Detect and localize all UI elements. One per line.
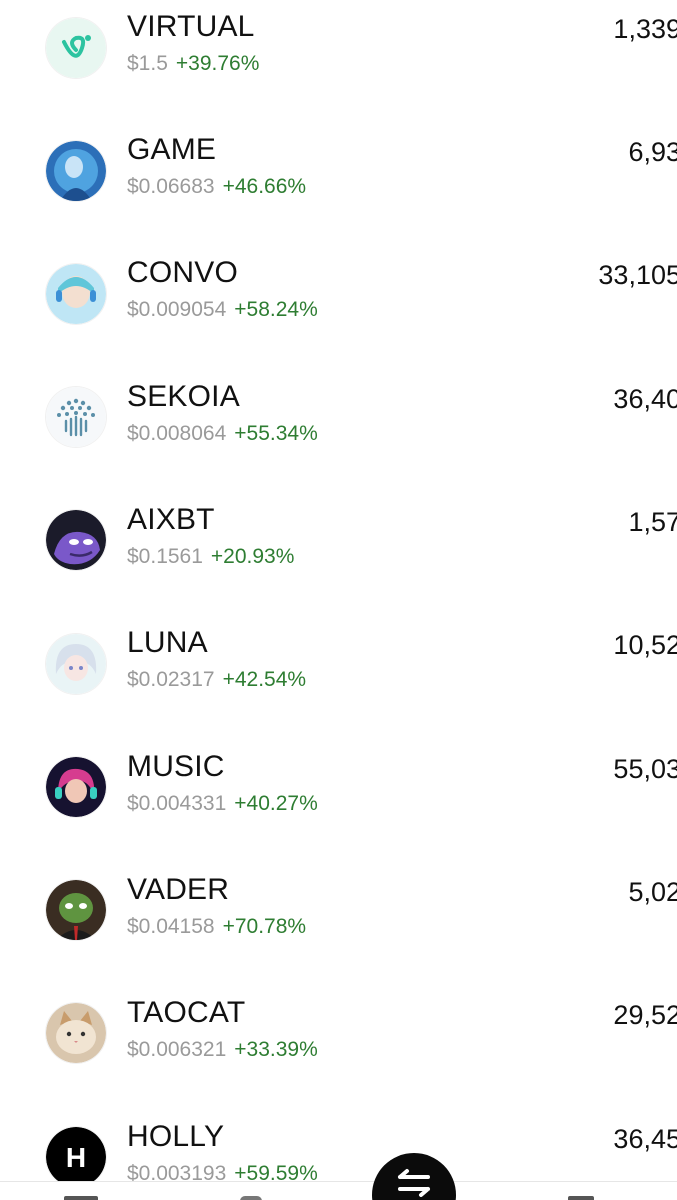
token-price-line: $0.008064 +55.34% xyxy=(127,422,318,446)
holly-icon-letter: H xyxy=(66,1142,86,1173)
token-symbol: AIXBT xyxy=(127,503,215,536)
nav-tab-icon[interactable] xyxy=(64,1196,98,1200)
token-change: +58.24% xyxy=(234,298,318,321)
token-amount: 10,52 xyxy=(613,630,677,660)
wallet-token-list-screen: VIRTUAL $1.5 +39.76% 1,339 GAME $0.06683 +… xyxy=(0,0,677,1200)
holly-letter-logo-icon: H xyxy=(46,1127,106,1187)
token-row-music[interactable]: MUSIC $0.004331 +40.27% 55,03 xyxy=(0,733,677,843)
token-amount: 6,93 xyxy=(628,137,677,167)
token-price-line: $0.06683 +46.66% xyxy=(127,175,306,199)
token-row-vader[interactable]: VADER $0.04158 +70.78% 5,02 xyxy=(0,856,677,966)
token-row-virtual[interactable]: VIRTUAL $1.5 +39.76% 1,339 xyxy=(0,0,677,103)
token-row-sekoia[interactable]: SEKOIA $0.008064 +55.34% 36,40 xyxy=(0,363,677,473)
bottom-navigation-bar xyxy=(0,1181,677,1200)
token-amount: 33,105 xyxy=(598,260,677,290)
token-price-line: $1.5 +39.76% xyxy=(127,52,259,76)
token-price-line: $0.04158 +70.78% xyxy=(127,915,306,939)
token-symbol: TAOCAT xyxy=(127,996,246,1029)
token-change: +20.93% xyxy=(210,545,295,568)
token-price: $0.04158 xyxy=(127,915,215,938)
token-price-line: $0.004331 +40.27% xyxy=(127,792,318,816)
token-price: $0.009054 xyxy=(127,298,227,321)
token-change: +40.27% xyxy=(234,792,318,815)
token-amount: 36,40 xyxy=(613,384,677,414)
game-avatar-icon xyxy=(46,141,106,201)
token-amount: 29,52 xyxy=(613,1000,677,1030)
token-change: +46.66% xyxy=(222,175,307,198)
token-price-line: $0.1561 +20.93% xyxy=(127,545,294,569)
token-change: +70.78% xyxy=(222,915,307,938)
convo-avatar-icon xyxy=(46,264,106,324)
token-price: $0.1561 xyxy=(127,545,203,568)
token-change: +42.54% xyxy=(222,668,307,691)
token-amount: 1,339 xyxy=(613,14,677,44)
token-change: +39.76% xyxy=(175,52,260,75)
token-symbol: MUSIC xyxy=(127,750,225,783)
aixbt-avatar-icon xyxy=(46,510,106,570)
token-amount: 55,03 xyxy=(613,754,677,784)
token-row-game[interactable]: GAME $0.06683 +46.66% 6,93 xyxy=(0,116,677,226)
token-price: $0.008064 xyxy=(127,422,227,445)
token-symbol: SEKOIA xyxy=(127,380,240,413)
token-price: $0.06683 xyxy=(127,175,215,198)
token-amount: 5,02 xyxy=(628,877,677,907)
token-symbol: HOLLY xyxy=(127,1120,225,1153)
token-change: +55.34% xyxy=(234,422,318,445)
virtual-logo-icon xyxy=(46,18,106,78)
swap-arrows-icon xyxy=(398,1169,430,1197)
token-price-line: $0.006321 +33.39% xyxy=(127,1038,318,1062)
token-price-line: $0.009054 +58.24% xyxy=(127,298,318,322)
token-symbol: LUNA xyxy=(127,626,208,659)
token-row-aixbt[interactable]: AIXBT $0.1561 +20.93% 1,57 xyxy=(0,486,677,596)
token-price: $1.5 xyxy=(127,52,168,75)
vader-avatar-icon xyxy=(46,880,106,940)
token-symbol: CONVO xyxy=(127,256,239,289)
token-row-luna[interactable]: LUNA $0.02317 +42.54% 10,52 xyxy=(0,609,677,719)
token-amount: 1,57 xyxy=(628,507,677,537)
taocat-avatar-icon xyxy=(46,1003,106,1063)
token-price: $0.004331 xyxy=(127,792,227,815)
token-row-taocat[interactable]: TAOCAT $0.006321 +33.39% 29,52 xyxy=(0,979,677,1089)
token-price: $0.006321 xyxy=(127,1038,227,1061)
sekoia-tree-logo-icon xyxy=(46,387,106,447)
nav-tab-icon[interactable] xyxy=(568,1196,594,1200)
token-symbol: GAME xyxy=(127,133,217,166)
token-price-line: $0.02317 +42.54% xyxy=(127,668,306,692)
token-amount: 36,45 xyxy=(613,1124,677,1154)
token-price: $0.02317 xyxy=(127,668,215,691)
token-change: +33.39% xyxy=(234,1038,318,1061)
luna-avatar-icon xyxy=(46,634,106,694)
token-row-convo[interactable]: CONVO $0.009054 +58.24% 33,105 xyxy=(0,239,677,349)
token-symbol: VADER xyxy=(127,873,230,906)
music-avatar-icon xyxy=(46,757,106,817)
token-symbol: VIRTUAL xyxy=(127,10,255,43)
nav-tab-icon[interactable] xyxy=(240,1196,262,1200)
